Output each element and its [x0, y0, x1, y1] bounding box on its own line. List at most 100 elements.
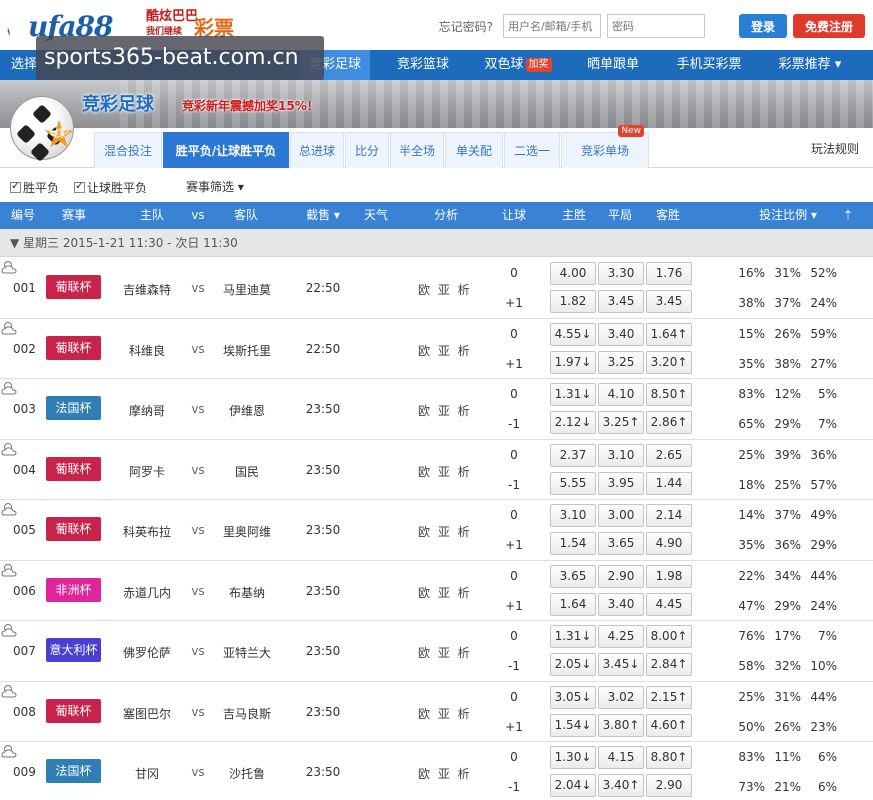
analysis-links[interactable]: 欧 亚 析 — [418, 463, 470, 480]
nav-item-ssq[interactable]: 双色球 加奖 — [480, 50, 556, 80]
handicap-odds-draw-button[interactable]: 3.65 — [598, 532, 644, 555]
handicap-odds-win-button[interactable]: 1.82 — [550, 290, 596, 313]
handicap-odds-lose-button[interactable]: 4.60↑ — [646, 713, 692, 737]
date-group-toggle[interactable]: ▼ 星期三 2015-1-21 11:30 - 次日 11:30 — [0, 229, 873, 257]
col-ratio-sort[interactable]: 投注比例 ▾ — [756, 202, 820, 229]
handicap-odds-win-button[interactable]: 2.05↓ — [550, 653, 596, 676]
handicap-odds-draw-button[interactable]: 3.80↑ — [598, 713, 644, 737]
nav-item-share[interactable]: 晒单跟单 — [578, 50, 648, 80]
league-badge[interactable]: 意大利杯 — [46, 638, 101, 662]
checkbox-spf[interactable]: 胜平负 — [10, 179, 59, 196]
analysis-links[interactable]: 欧 亚 析 — [418, 705, 470, 722]
handicap-odds-win-button[interactable]: 1.54↓ — [550, 713, 596, 737]
league-filter-select[interactable]: 赛事筛选 ▾ — [186, 178, 244, 195]
tab-half-full[interactable]: 半全场 — [390, 132, 444, 168]
handicap-odds-draw-button[interactable]: 3.40↑ — [598, 774, 644, 797]
username-input[interactable] — [502, 14, 601, 38]
handicap-odds-lose-button[interactable]: 2.84↑ — [646, 653, 692, 676]
tab-two-choose-one[interactable]: 二选一 — [504, 132, 560, 168]
odds-draw-button[interactable]: 3.00 — [598, 504, 644, 527]
handicap-odds-lose-button[interactable]: 1.44 — [646, 471, 692, 495]
handicap-odds-draw-button[interactable]: 3.45↓ — [598, 653, 644, 676]
password-input[interactable] — [606, 14, 705, 38]
handicap-odds-lose-button[interactable]: 2.90 — [646, 774, 692, 797]
odds-lose-button[interactable]: 8.50↑ — [646, 383, 692, 406]
odds-lose-button[interactable]: 2.65 — [646, 443, 692, 467]
odds-lose-button[interactable]: 2.15↑ — [646, 685, 692, 709]
odds-win-button[interactable]: 3.65 — [550, 564, 596, 588]
odds-lose-button[interactable]: 1.98 — [646, 564, 692, 588]
odds-win-button[interactable]: 3.10 — [550, 504, 596, 527]
banner-promo[interactable]: 竞彩新年震撼加奖15%！ — [182, 97, 319, 114]
handicap-odds-win-button[interactable]: 2.04↓ — [550, 774, 596, 797]
odds-draw-button[interactable]: 2.90 — [598, 564, 644, 588]
nav-item-recommend[interactable]: 彩票推荐 ▾ — [770, 50, 850, 80]
handicap-odds-draw-button[interactable]: 3.40 — [598, 592, 644, 616]
handicap-odds-win-button[interactable]: 2.12↓ — [550, 411, 596, 434]
league-badge[interactable]: 非洲杯 — [46, 577, 101, 602]
analysis-links[interactable]: 欧 亚 析 — [418, 584, 470, 601]
league-badge[interactable]: 葡联杯 — [46, 275, 101, 299]
odds-draw-button[interactable]: 3.30 — [598, 262, 644, 285]
odds-win-button[interactable]: 4.00 — [550, 262, 596, 285]
odds-lose-button[interactable]: 2.14 — [646, 504, 692, 527]
handicap-odds-lose-button[interactable]: 2.86↑ — [646, 411, 692, 434]
handicap-odds-draw-button[interactable]: 3.45 — [598, 290, 644, 313]
analysis-links[interactable]: 欧 亚 析 — [418, 523, 470, 540]
login-button[interactable]: 登录 — [738, 14, 787, 38]
checkbox-box[interactable] — [10, 179, 21, 193]
odds-draw-button[interactable]: 4.15 — [598, 746, 644, 769]
odds-draw-button[interactable]: 4.25 — [598, 625, 644, 648]
odds-lose-button[interactable]: 1.76 — [646, 262, 692, 285]
league-badge[interactable]: 葡联杯 — [46, 335, 101, 360]
forgot-password-link[interactable]: 忘记密码? — [439, 18, 493, 35]
handicap-odds-win-button[interactable]: 1.97↓ — [550, 350, 596, 374]
handicap-odds-win-button[interactable]: 1.64 — [550, 592, 596, 616]
handicap-odds-lose-button[interactable]: 3.45 — [646, 290, 692, 313]
odds-win-button[interactable]: 4.55↓ — [550, 322, 596, 346]
rules-link[interactable]: 玩法规则 — [811, 140, 859, 157]
odds-lose-button[interactable]: 1.64↑ — [646, 322, 692, 346]
odds-lose-button[interactable]: 8.80↑ — [646, 746, 692, 769]
tab-mixed[interactable]: 混合投注 — [94, 132, 162, 168]
odds-draw-button[interactable]: 3.02 — [598, 685, 644, 709]
league-badge[interactable]: 法国杯 — [46, 759, 101, 783]
odds-win-button[interactable]: 3.05↓ — [550, 685, 596, 709]
tab-single-match[interactable]: 竞彩单场 New — [561, 125, 649, 168]
odds-lose-button[interactable]: 8.00↑ — [646, 625, 692, 648]
tab-total-goals[interactable]: 总进球 — [290, 132, 344, 168]
odds-draw-button[interactable]: 4.10 — [598, 383, 644, 406]
col-deadline-sort[interactable]: 截售 ▾ — [298, 202, 348, 229]
tab-single[interactable]: 单关配 — [445, 132, 503, 168]
analysis-links[interactable]: 欧 亚 析 — [418, 644, 470, 661]
odds-win-button[interactable]: 1.31↓ — [550, 383, 596, 406]
handicap-odds-win-button[interactable]: 1.54 — [550, 532, 596, 555]
analysis-links[interactable]: 欧 亚 析 — [418, 342, 470, 359]
analysis-links[interactable]: 欧 亚 析 — [418, 765, 470, 782]
checkbox-rqspf[interactable]: 让球胜平负 — [74, 179, 147, 196]
handicap-odds-draw-button[interactable]: 3.25 — [598, 350, 644, 374]
checkbox-box[interactable] — [74, 179, 85, 193]
analysis-links[interactable]: 欧 亚 析 — [418, 281, 470, 298]
tab-score[interactable]: 比分 — [345, 132, 389, 168]
league-badge[interactable]: 葡联杯 — [46, 698, 101, 723]
register-button[interactable]: 免费注册 — [792, 14, 865, 38]
handicap-odds-lose-button[interactable]: 4.45 — [646, 592, 692, 616]
odds-draw-button[interactable]: 3.10 — [598, 443, 644, 467]
scroll-top-icon[interactable]: ⇡ — [838, 202, 858, 229]
handicap-odds-lose-button[interactable]: 4.90 — [646, 532, 692, 555]
handicap-odds-draw-button[interactable]: 3.25↑ — [598, 411, 644, 434]
handicap-odds-win-button[interactable]: 5.55 — [550, 471, 596, 495]
odds-draw-button[interactable]: 3.40 — [598, 322, 644, 346]
analysis-links[interactable]: 欧 亚 析 — [418, 402, 470, 419]
odds-win-button[interactable]: 1.30↓ — [550, 746, 596, 769]
handicap-odds-lose-button[interactable]: 3.20↑ — [646, 350, 692, 374]
nav-item-mobile[interactable]: 手机买彩票 — [668, 50, 750, 80]
league-badge[interactable]: 葡联杯 — [46, 517, 101, 541]
nav-item-jclq[interactable]: 竞彩篮球 — [388, 50, 458, 80]
handicap-odds-draw-button[interactable]: 3.95 — [598, 471, 644, 495]
odds-win-button[interactable]: 1.31↓ — [550, 625, 596, 648]
league-badge[interactable]: 法国杯 — [46, 396, 101, 420]
league-badge[interactable]: 葡联杯 — [46, 456, 101, 481]
tab-spf[interactable]: 胜平负/让球胜平负 — [163, 132, 289, 168]
